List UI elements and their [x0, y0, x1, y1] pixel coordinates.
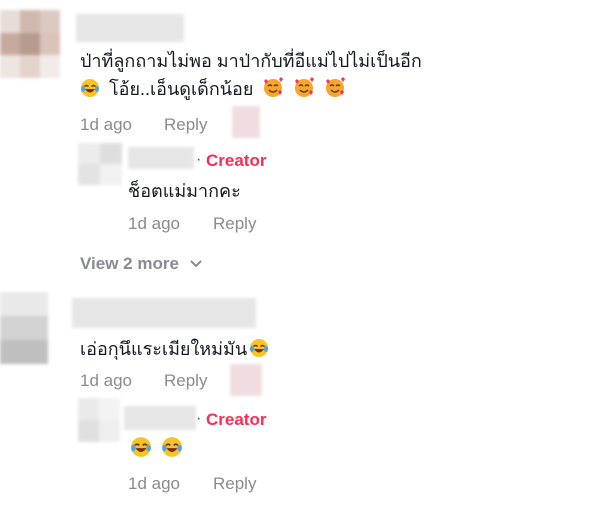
comment-text-line2: โอ้ย..เอ็นดูเด็กน้อย — [80, 76, 350, 105]
like-button[interactable] — [232, 106, 260, 138]
laughing-crying-emoji-icon — [249, 338, 269, 365]
comment-text-line2-label: โอ้ย..เอ็นดูเด็กน้อย — [104, 79, 254, 99]
smiling-face-with-hearts-emoji-icon — [324, 76, 346, 105]
avatar[interactable] — [0, 10, 60, 78]
avatar[interactable] — [78, 398, 120, 442]
username[interactable] — [72, 298, 256, 328]
laughing-crying-emoji-icon — [161, 436, 183, 465]
reply-text: ช็อตแม่มากคะ — [128, 181, 241, 201]
username[interactable] — [124, 406, 196, 430]
separator-dot: · — [196, 151, 202, 168]
view-more-label: View 2 more — [80, 254, 179, 273]
reply-button[interactable]: Reply — [164, 371, 207, 391]
reply-reply-button[interactable]: Reply — [213, 214, 256, 234]
reply-emojis — [130, 436, 187, 465]
smiling-face-with-hearts-emoji-icon — [262, 76, 284, 105]
reply-reply-button[interactable]: Reply — [213, 474, 256, 494]
comment-text-label: เอ่อกุนึแระเมียใหม่มัน — [80, 339, 248, 359]
laughing-crying-emoji-icon — [80, 78, 100, 105]
username[interactable] — [128, 147, 194, 169]
creator-badge: Creator — [206, 151, 267, 170]
avatar[interactable] — [0, 292, 48, 364]
username[interactable] — [76, 14, 184, 42]
laughing-crying-emoji-icon — [130, 436, 152, 465]
comment-text-line1: ป่าที่ลูกถามไม่พอ มาป่ากับที่อีแม่ไปไม่เ… — [80, 51, 422, 71]
comment-time: 1d ago — [80, 115, 132, 134]
comment-text-line1: เอ่อกุนึแระเมียใหม่มัน — [80, 336, 273, 365]
like-button[interactable] — [230, 364, 262, 396]
chevron-down-icon — [189, 253, 202, 273]
view-more-replies-button[interactable]: View 2 more — [80, 253, 202, 274]
smiling-face-with-hearts-emoji-icon — [293, 76, 315, 105]
reply-button[interactable]: Reply — [164, 115, 207, 135]
comment-time: 1d ago — [80, 371, 132, 390]
reply-time: 1d ago — [128, 474, 180, 493]
avatar[interactable] — [78, 143, 122, 185]
reply-time: 1d ago — [128, 214, 180, 233]
separator-dot: · — [196, 410, 202, 427]
creator-badge: Creator — [206, 410, 267, 429]
